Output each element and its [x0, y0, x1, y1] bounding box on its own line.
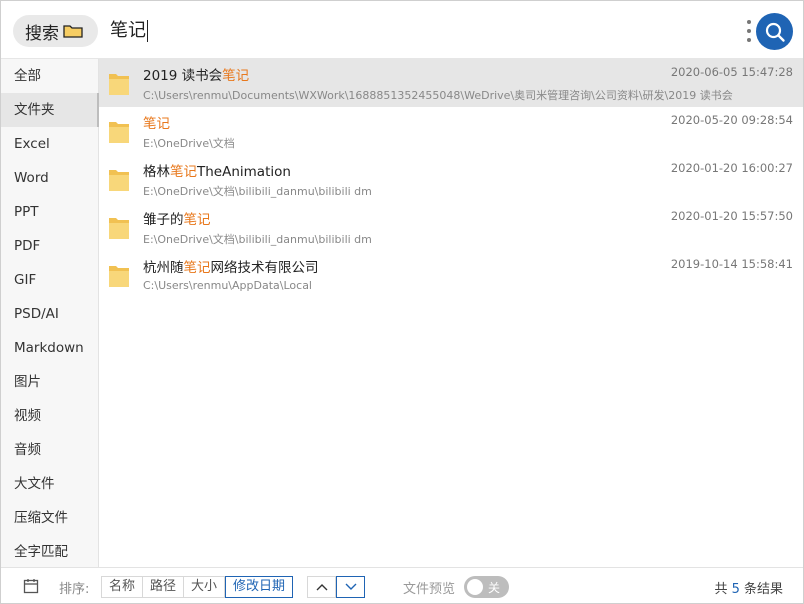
result-path: C:\Users\renmu\Documents\WXWork\16888513… [143, 89, 733, 102]
sidebar-item[interactable]: 压缩文件 [1, 501, 98, 535]
sidebar-item[interactable]: PPT [1, 195, 98, 229]
search-header: 搜索 笔记 [1, 1, 803, 59]
result-name-prefix: 2019 读书会 [143, 68, 223, 84]
search-query-text: 笔记 [110, 20, 146, 41]
result-name-match: 笔记 [222, 68, 250, 84]
sort-order-group [307, 576, 365, 598]
sort-ascending-button[interactable] [307, 576, 336, 598]
folder-icon [109, 122, 129, 143]
result-row[interactable]: 雏子的笔记 E:\OneDrive\文档\bilibili_danmu\bilib… [99, 203, 803, 251]
result-modified-time: 2020-05-20 09:28:54 [670, 113, 793, 127]
search-scope-label: 搜索 [25, 23, 59, 44]
result-path: C:\Users\renmu\AppData\Local [143, 279, 312, 292]
result-path: E:\OneDrive\文档\bilibili_danmu\bilibili d… [143, 185, 372, 198]
sidebar-item[interactable]: 视频 [1, 399, 98, 433]
file-preview-label: 文件预览 [403, 582, 456, 597]
result-modified-time: 2020-01-20 15:57:50 [670, 209, 793, 223]
toggle-state-label: 关 [488, 581, 501, 595]
search-button[interactable] [756, 13, 793, 50]
result-count-suffix: 条结果 [739, 582, 783, 597]
result-row[interactable]: 杭州随笔记网络技术有限公司 C:\Users\renmu\AppData\Loca… [99, 251, 803, 299]
sort-option-button[interactable]: 大小 [184, 576, 226, 598]
sidebar-item[interactable]: GIF [1, 263, 98, 297]
sidebar-item[interactable]: 图片 [1, 365, 98, 399]
sidebar-item[interactable]: Word [1, 161, 98, 195]
calendar-icon[interactable] [23, 578, 39, 594]
result-count-prefix: 共 [714, 582, 732, 597]
result-path: E:\OneDrive\文档\bilibili_danmu\bilibili d… [143, 233, 372, 246]
result-modified-time: 2019-10-14 15:58:41 [670, 257, 793, 271]
result-name-match: 笔记 [143, 116, 170, 132]
sort-option-button[interactable]: 修改日期 [225, 576, 294, 598]
sort-option-button[interactable]: 名称 [101, 576, 144, 598]
status-footer: 排序: 名称 路径 大小 修改日期 文件预览 关 共 5 条结果 [1, 567, 803, 603]
result-modified-time: 2020-01-20 16:00:27 [670, 161, 793, 175]
result-name-prefix: 格林 [143, 164, 170, 180]
result-name-prefix: 杭州随 [143, 260, 184, 276]
result-name-match: 笔记 [170, 164, 197, 180]
search-scope-pill[interactable]: 搜索 [13, 15, 98, 47]
sidebar-item[interactable]: PDF [1, 229, 98, 263]
result-name: 笔记 [143, 112, 170, 132]
sort-option-button[interactable]: 路径 [143, 576, 185, 598]
sidebar-item[interactable]: Markdown [1, 331, 98, 365]
toggle-knob [467, 579, 483, 595]
folder-icon [63, 25, 83, 38]
sidebar-item[interactable]: 音频 [1, 433, 98, 467]
results-list: 2019 读书会笔记 C:\Users\renmu\Documents\WXWor… [99, 59, 803, 567]
result-name-suffix: TheAnimation [197, 164, 291, 180]
kebab-icon[interactable] [746, 20, 752, 42]
result-name: 雏子的笔记 [143, 208, 211, 228]
result-name-prefix: 雏子的 [143, 212, 184, 228]
sidebar-item[interactable]: 大文件 [1, 467, 98, 501]
chevron-down-icon [345, 583, 356, 590]
folder-icon [109, 266, 129, 287]
result-name: 格林笔记TheAnimation [143, 160, 291, 180]
sidebar-item[interactable]: Excel [1, 127, 98, 161]
sidebar-item[interactable]: 全部 [1, 59, 98, 93]
result-name-suffix: 网络技术有限公司 [210, 260, 319, 276]
app-window: 搜索 笔记 全部 文件夹 Excel Word PPT PDF GIF PSD/AI Markd… [0, 0, 804, 604]
folder-icon [109, 170, 129, 191]
result-name: 杭州随笔记网络技术有限公司 [143, 256, 319, 276]
sidebar-item[interactable]: PSD/AI [1, 297, 98, 331]
category-sidebar: 全部 文件夹 Excel Word PPT PDF GIF PSD/AI Markdown 图片视… [1, 59, 99, 567]
result-row[interactable]: 格林笔记TheAnimation E:\OneDrive\文档\bilibili_… [99, 155, 803, 203]
result-path: E:\OneDrive\文档 [143, 137, 235, 150]
sort-label: 排序: [59, 582, 90, 597]
folder-icon [109, 218, 129, 239]
search-input[interactable]: 笔记 [110, 17, 148, 45]
chevron-up-icon [316, 584, 327, 591]
result-modified-time: 2020-06-05 15:47:28 [670, 65, 793, 79]
result-count-value: 5 [731, 582, 740, 597]
sort-descending-button[interactable] [336, 576, 365, 598]
result-count: 共 5 条结果 [714, 578, 783, 597]
text-caret [147, 20, 148, 42]
sort-options: 名称 路径 大小 修改日期 [101, 576, 294, 598]
magnifier-icon [765, 22, 785, 42]
sidebar-item[interactable]: 全字匹配 [1, 535, 98, 569]
result-name-match: 笔记 [183, 260, 211, 276]
result-name-match: 笔记 [183, 212, 211, 228]
folder-icon [109, 74, 129, 95]
file-preview-toggle[interactable]: 关 [464, 576, 509, 598]
result-name: 2019 读书会笔记 [143, 64, 249, 84]
result-row[interactable]: 笔记 E:\OneDrive\文档 2020-05-20 09:28:54 [99, 107, 803, 155]
sidebar-item[interactable]: 文件夹 [1, 93, 99, 127]
result-row[interactable]: 2019 读书会笔记 C:\Users\renmu\Documents\WXWor… [99, 59, 803, 107]
